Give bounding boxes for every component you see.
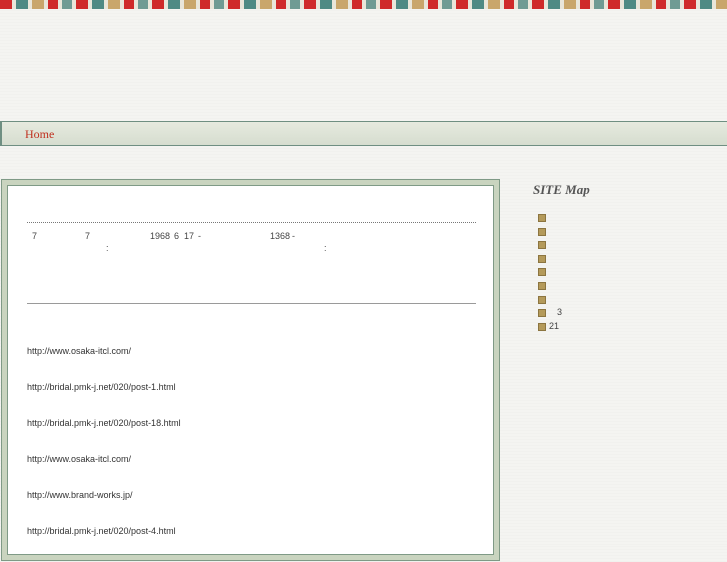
square-bullet-icon xyxy=(538,254,546,263)
sitemap-item[interactable]: 3 xyxy=(533,307,723,321)
main-content-inner: 7 7 1968 6 17 - 1368 - : : http://www.os… xyxy=(7,185,494,555)
nav-home-link[interactable]: Home xyxy=(25,127,54,142)
solid-divider xyxy=(27,303,476,304)
sitemap-item[interactable] xyxy=(533,253,723,267)
link-item[interactable]: http://www.osaka-itcl.com/ xyxy=(27,346,181,382)
square-bullet-icon xyxy=(538,295,546,304)
sitemap-item[interactable] xyxy=(533,212,723,226)
link-item[interactable]: http://bridal.pmk-j.net/020/post-18.html xyxy=(27,418,181,454)
link-item[interactable]: http://bridal.pmk-j.net/020/post-4.html xyxy=(27,526,181,562)
info-text: 7 xyxy=(32,231,38,241)
link-list: http://www.osaka-itcl.com/ http://bridal… xyxy=(27,346,181,562)
main-content-box: 7 7 1968 6 17 - 1368 - : : http://www.os… xyxy=(1,179,500,561)
nav-bar: Home xyxy=(0,121,727,146)
sidebar-title: SITE Map xyxy=(533,182,590,197)
info-year: 1968 xyxy=(150,231,171,241)
info-separator: - xyxy=(198,231,201,241)
info-text: 7 xyxy=(85,231,91,241)
sitemap-item[interactable] xyxy=(533,280,723,294)
sitemap-item[interactable] xyxy=(533,239,723,253)
link-item[interactable]: http://bridal.pmk-j.net/020/post-1.html xyxy=(27,382,181,418)
square-bullet-icon xyxy=(538,281,546,290)
sitemap-list: 3 21 xyxy=(533,212,723,334)
info-colon: : xyxy=(324,243,327,253)
info-separator: - xyxy=(292,231,295,241)
info-month: 6 xyxy=(174,231,180,241)
header-stripe xyxy=(0,0,727,9)
sitemap-item[interactable] xyxy=(533,226,723,240)
square-bullet-icon xyxy=(538,214,546,222)
square-bullet-icon xyxy=(538,268,546,277)
link-item[interactable]: http://www.brand-works.jp/ xyxy=(27,490,181,526)
sitemap-item[interactable] xyxy=(533,266,723,280)
sitemap-item[interactable] xyxy=(533,294,723,308)
link-item[interactable]: http://www.osaka-itcl.com/ xyxy=(27,454,181,490)
square-bullet-icon xyxy=(538,227,546,236)
info-day: 17 xyxy=(184,231,195,241)
square-bullet-icon xyxy=(538,322,546,331)
square-bullet-icon xyxy=(538,241,546,250)
square-bullet-icon xyxy=(538,309,546,318)
info-text: 1368 xyxy=(270,231,291,241)
dotted-divider xyxy=(27,222,476,223)
sidebar: SITE Map 3 21 xyxy=(533,182,723,334)
info-colon: : xyxy=(106,243,109,253)
sitemap-item[interactable]: 21 xyxy=(533,321,723,335)
